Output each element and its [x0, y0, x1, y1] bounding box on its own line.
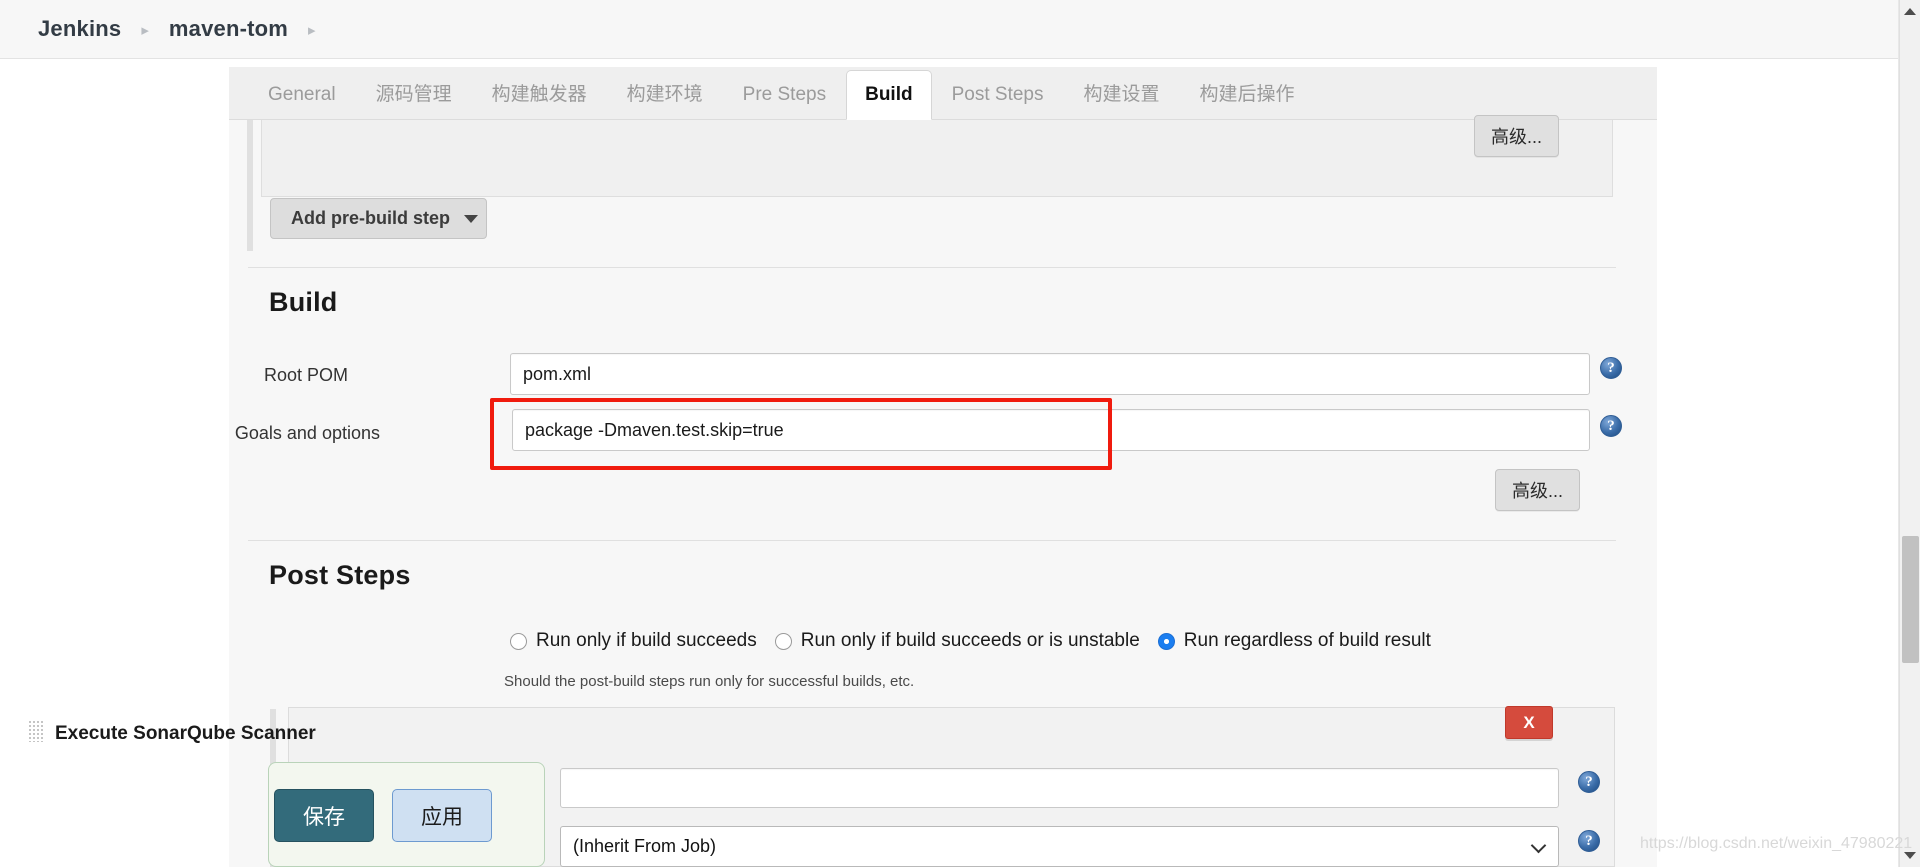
breadcrumb-trailing-separator-icon: ▸ [308, 21, 316, 39]
tab-post-steps[interactable]: Post Steps [932, 85, 1064, 119]
chevron-down-icon [464, 214, 478, 223]
radio-label: Run regardless of build result [1183, 630, 1431, 651]
help-icon[interactable]: ? [1600, 415, 1622, 437]
root-pom-input[interactable]: pom.xml [510, 353, 1590, 395]
build-section-title: Build [269, 287, 338, 317]
radio-label: Run only if build succeeds [536, 630, 757, 651]
config-tab-bar: General 源码管理 构建触发器 构建环境 Pre Steps Build … [229, 67, 1657, 120]
task-to-run-input[interactable] [560, 768, 1559, 808]
jenkins-job-config-page: Jenkins ▸ maven-tom ▸ General 源码管理 构建触发器… [0, 0, 1920, 867]
pre-build-step-body [261, 120, 1613, 197]
page-scrollbar[interactable] [1899, 0, 1920, 867]
post-steps-hint: Should the post-build steps run only for… [504, 673, 915, 690]
jdk-select-value: (Inherit From Job) [573, 836, 717, 856]
tab-general[interactable]: General [248, 85, 356, 119]
post-build-step-title: Execute SonarQube Scanner [55, 723, 316, 744]
tab-pre-steps[interactable]: Pre Steps [723, 85, 846, 119]
radio-label: Run only if build succeeds or is unstabl… [800, 630, 1140, 651]
post-steps-section-title: Post Steps [269, 560, 411, 590]
radio-option-run-if-succeeds-or-unstable[interactable]: Run only if build succeeds or is unstabl… [774, 630, 1140, 652]
radio-button[interactable] [510, 632, 527, 650]
tab-build-triggers[interactable]: 构建触发器 [472, 85, 607, 119]
radio-option-run-if-succeeds[interactable]: Run only if build succeeds [510, 630, 757, 652]
help-icon[interactable]: ? [1578, 830, 1600, 852]
divider-post-steps [248, 540, 1616, 541]
pre-steps-advanced-button[interactable]: 高级... [1474, 115, 1559, 157]
scroll-down-arrow-icon[interactable] [1904, 852, 1916, 859]
save-button[interactable]: 保存 [274, 789, 374, 842]
pre-build-step-block [237, 120, 1637, 260]
tab-build[interactable]: Build [846, 70, 932, 120]
jdk-select[interactable]: (Inherit From Job) [560, 826, 1559, 867]
build-advanced-button[interactable]: 高级... [1495, 469, 1580, 511]
tab-post-build-actions[interactable]: 构建后操作 [1180, 85, 1315, 119]
goals-and-options-label: Goals and options [234, 423, 380, 443]
help-icon[interactable]: ? [1578, 771, 1600, 793]
help-icon[interactable]: ? [1600, 357, 1622, 379]
delete-step-button[interactable]: X [1505, 706, 1553, 739]
breadcrumb-item-maven-tom[interactable]: maven-tom [169, 16, 288, 42]
breadcrumb-item-jenkins[interactable]: Jenkins [38, 16, 121, 42]
tab-build-env[interactable]: 构建环境 [607, 85, 723, 119]
radio-button[interactable] [774, 632, 792, 650]
pre-build-rail [247, 120, 253, 251]
goals-and-options-input[interactable]: package -Dmaven.test.skip=true [512, 409, 1590, 451]
scroll-up-arrow-icon[interactable] [1904, 8, 1916, 15]
divider-build [248, 267, 1616, 268]
add-pre-build-step-button[interactable]: Add pre-build step [270, 198, 487, 239]
post-steps-radio-group: Run only if build succeeds Run only if b… [510, 630, 1431, 652]
root-pom-label: Root POM [263, 365, 348, 385]
watermark-text: https://blog.csdn.net/weixin_47980221 [1640, 835, 1913, 852]
radio-option-run-regardless[interactable]: Run regardless of build result [1157, 630, 1431, 652]
add-pre-build-step-label: Add pre-build step [291, 208, 450, 228]
radio-button-selected[interactable] [1157, 632, 1175, 650]
apply-button[interactable]: 应用 [392, 789, 492, 842]
breadcrumb-separator-icon: ▸ [141, 21, 149, 39]
tab-scm[interactable]: 源码管理 [356, 85, 472, 119]
scrollbar-thumb[interactable] [1902, 536, 1919, 663]
drag-handle-icon[interactable] [28, 720, 44, 742]
breadcrumb: Jenkins ▸ maven-tom ▸ [0, 0, 1900, 59]
chevron-down-icon [1530, 837, 1547, 854]
tab-build-settings[interactable]: 构建设置 [1063, 85, 1179, 119]
